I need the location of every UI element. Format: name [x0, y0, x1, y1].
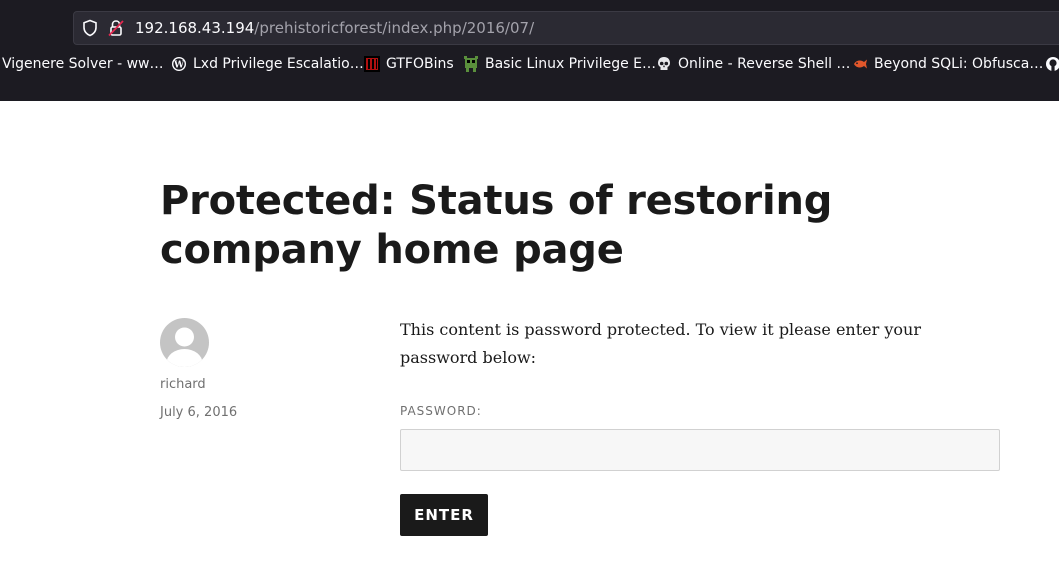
bookmark-label: Beyond SQLi: Obfusca… [874, 56, 1044, 72]
author-avatar[interactable] [160, 318, 209, 367]
toolbar-divider [0, 80, 1059, 101]
wordpress-icon: W [171, 56, 187, 72]
post-title[interactable]: Protected: Status of restoring company h… [160, 177, 1020, 275]
bookmark-online-reverse-shell[interactable]: Online - Reverse Shell … [656, 54, 850, 74]
gtfobins-icon [364, 56, 380, 72]
page-content: Protected: Status of restoring company h… [0, 101, 1059, 576]
bookmark-gtfobins[interactable]: GTFOBins [364, 54, 454, 74]
bookmark-label: Basic Linux Privilege E… [485, 56, 657, 72]
bookmark-beyond-sqli[interactable]: Beyond SQLi: Obfusca… [852, 54, 1043, 74]
pixel-creature-icon [463, 56, 479, 72]
bookmark-label: Lxd Privilege Escalatio… [193, 56, 364, 72]
tracking-protection-shield-icon[interactable] [82, 19, 98, 37]
url-toolbar: 192.168.43.194/prehistoricforest/index.p… [0, 0, 1059, 46]
url-host: 192.168.43.194 [135, 19, 255, 37]
bookmark-github[interactable] [1045, 54, 1059, 74]
github-icon [1045, 56, 1059, 72]
bookmark-lxd-privilege-escalation[interactable]: W Lxd Privilege Escalatio… [171, 54, 364, 74]
bookmark-label: GTFOBins [386, 56, 454, 72]
post-date-link[interactable]: July 6, 2016 [160, 405, 237, 420]
svg-text:W: W [173, 61, 185, 71]
bookmark-vigenere-solver[interactable]: Vigenere Solver - ww… [2, 54, 164, 74]
bookmark-label: Online - Reverse Shell … [678, 56, 851, 72]
bookmark-label: Vigenere Solver - ww… [2, 56, 164, 72]
author-link[interactable]: richard [160, 377, 206, 392]
browser-chrome: 192.168.43.194/prehistoricforest/index.p… [0, 0, 1059, 101]
password-input[interactable] [400, 429, 1000, 471]
skull-icon [656, 56, 672, 72]
bookmarks-toolbar: Vigenere Solver - ww… W Lxd Privilege Es… [0, 48, 1059, 80]
url-path: /prehistoricforest/index.php/2016/07/ [254, 19, 535, 37]
fish-icon [852, 56, 868, 72]
enter-button[interactable]: ENTER [400, 494, 488, 536]
password-label: PASSWORD: [400, 404, 482, 418]
password-protected-message: This content is password protected. To v… [400, 320, 921, 367]
insecure-lock-icon[interactable] [108, 19, 124, 37]
url-text[interactable]: 192.168.43.194/prehistoricforest/index.p… [135, 19, 534, 37]
bookmark-basic-linux-privilege-escalation[interactable]: Basic Linux Privilege E… [463, 54, 656, 74]
address-bar[interactable]: 192.168.43.194/prehistoricforest/index.p… [73, 11, 1059, 45]
